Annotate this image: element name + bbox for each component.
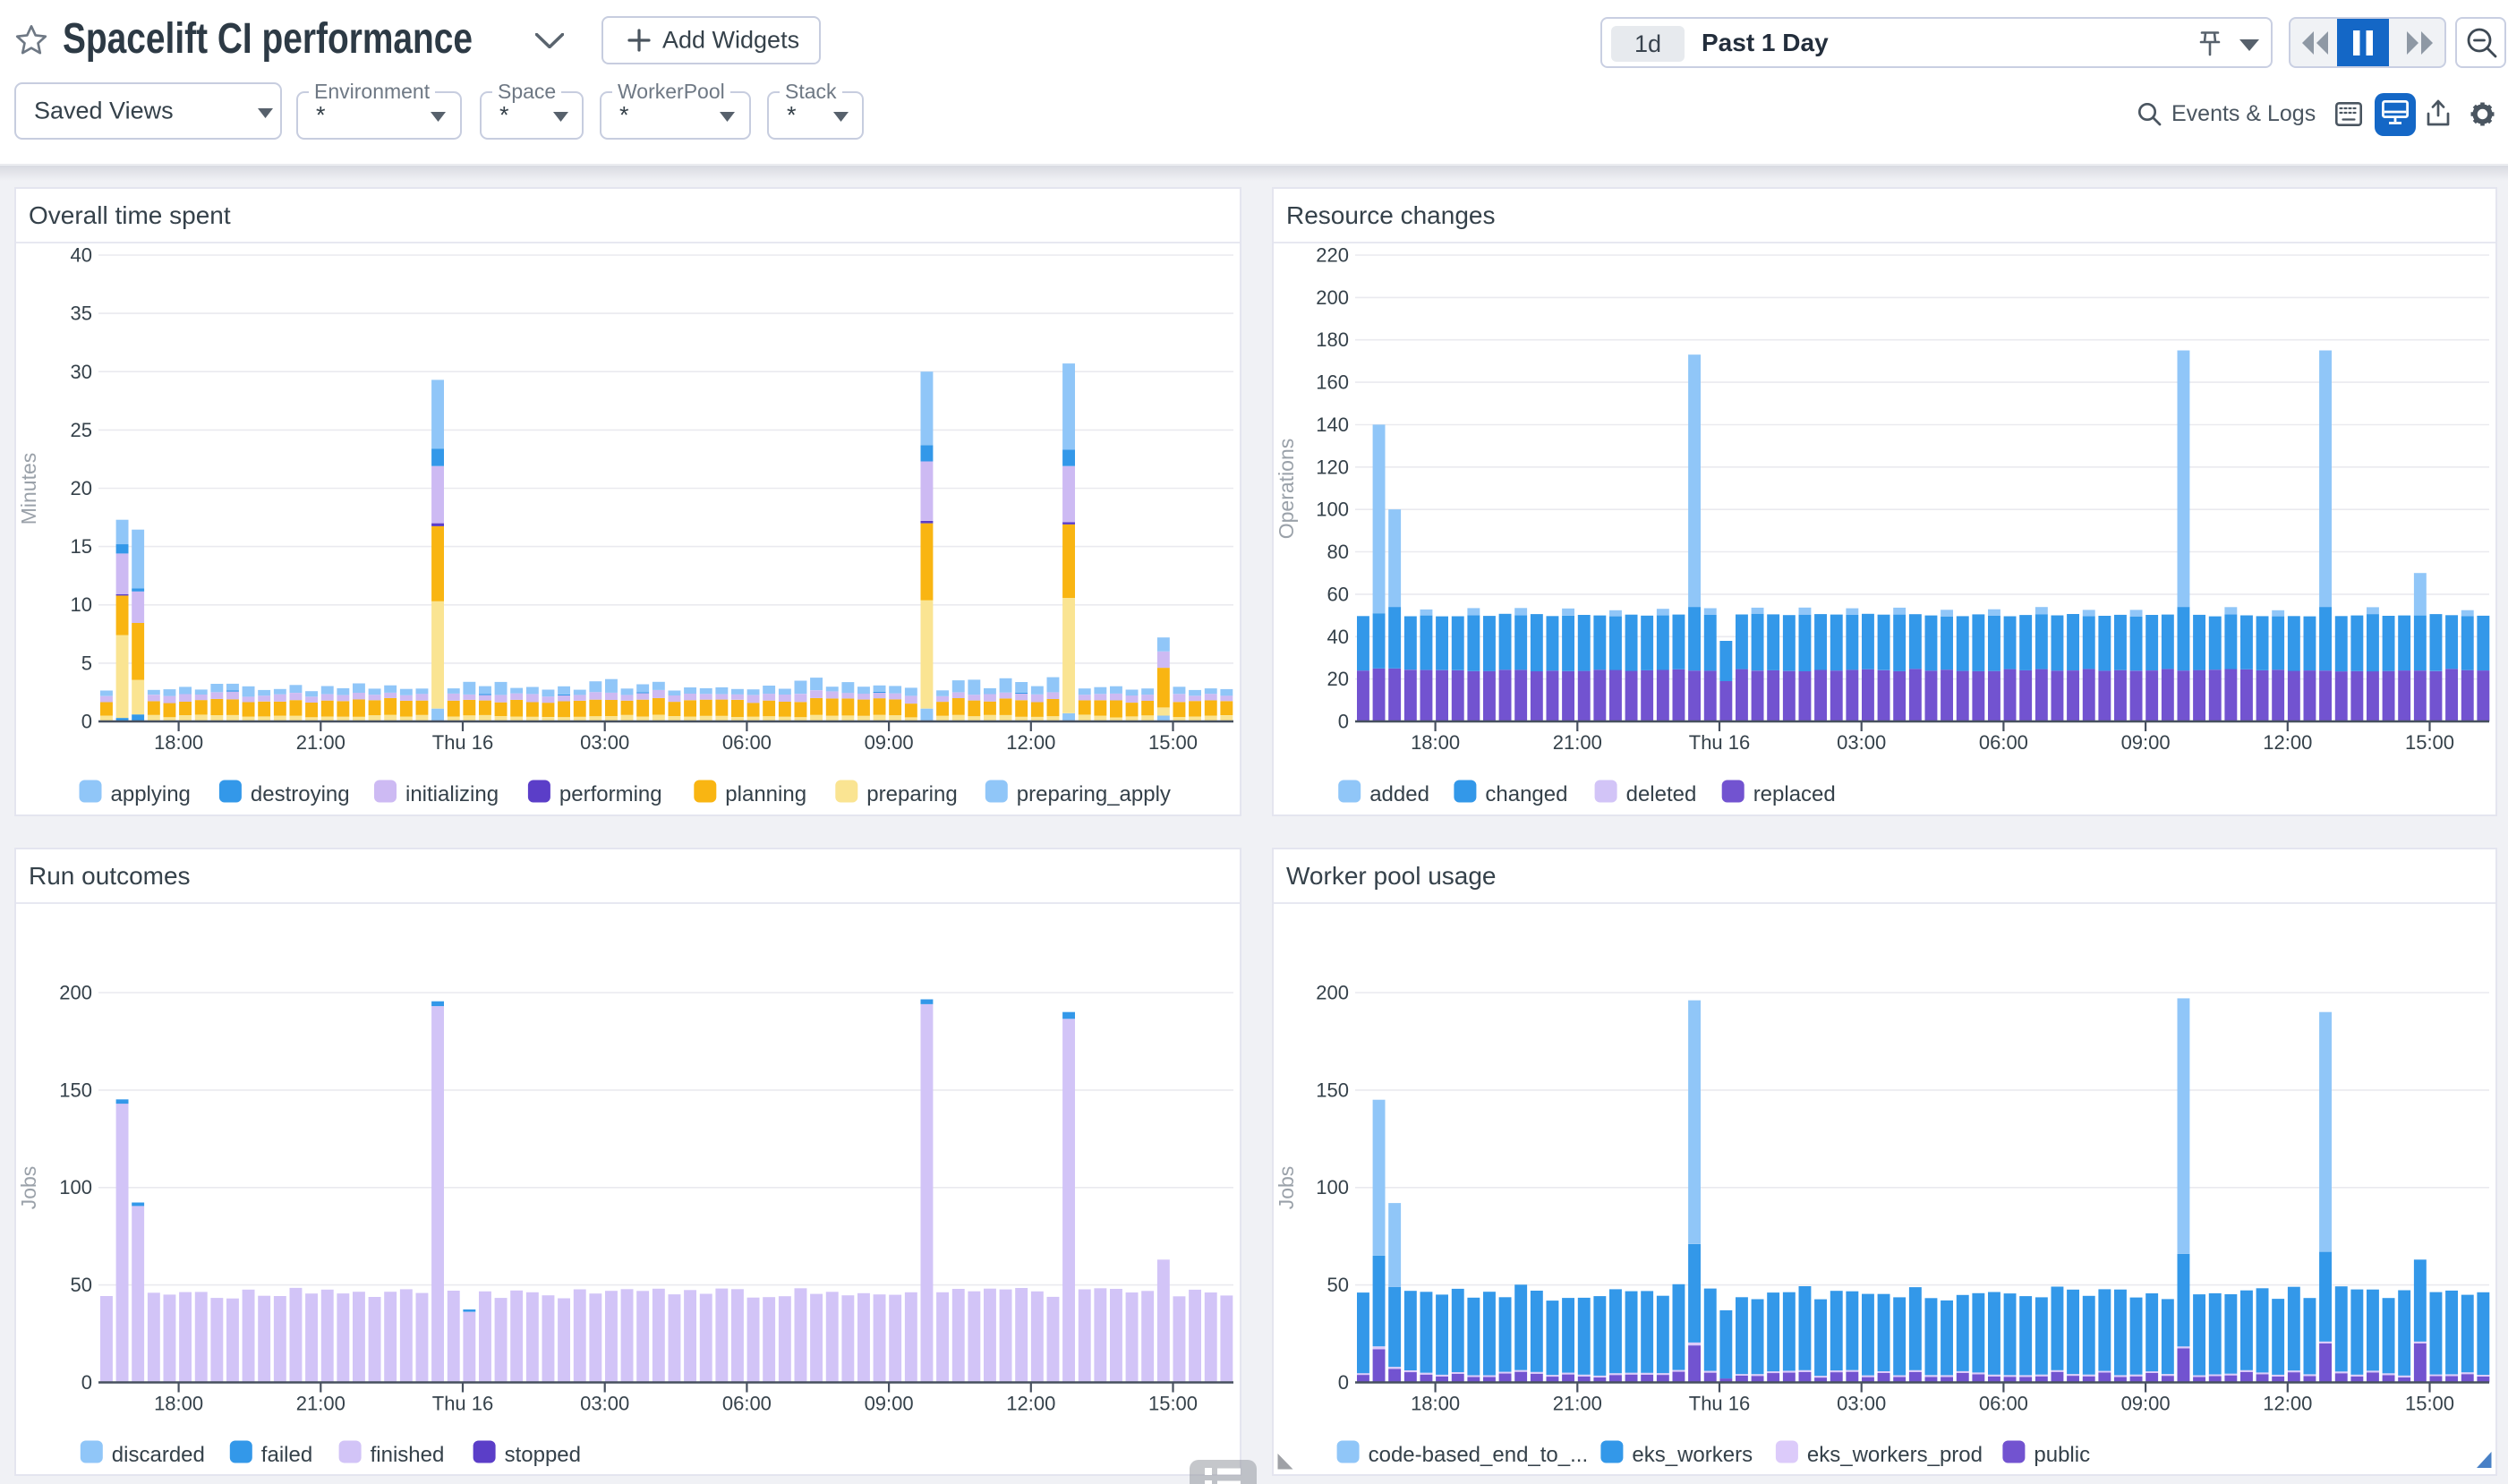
svg-text:preparing: preparing <box>866 782 957 806</box>
svg-text:eks_workers_prod: eks_workers_prod <box>1807 1443 1983 1467</box>
svg-text:destroying: destroying <box>251 782 350 806</box>
svg-text:deleted: deleted <box>1626 782 1697 806</box>
svg-text:applying: applying <box>111 782 191 806</box>
svg-text:09:00: 09:00 <box>865 731 914 754</box>
svg-text:discarded: discarded <box>112 1443 205 1467</box>
svg-text:15:00: 15:00 <box>2405 1393 2454 1415</box>
svg-text:100: 100 <box>59 1176 92 1198</box>
svg-text:replaced: replaced <box>1753 782 1836 806</box>
svg-text:21:00: 21:00 <box>296 1393 345 1415</box>
svg-text:initializing: initializing <box>405 782 499 806</box>
svg-text:0: 0 <box>81 711 92 733</box>
svg-text:30: 30 <box>71 361 92 383</box>
svg-text:0: 0 <box>1338 711 1349 733</box>
svg-text:200: 200 <box>1316 286 1349 309</box>
svg-text:21:00: 21:00 <box>1553 1393 1602 1415</box>
svg-text:21:00: 21:00 <box>1553 731 1602 754</box>
svg-text:finished: finished <box>371 1443 445 1467</box>
svg-text:80: 80 <box>1327 541 1349 563</box>
svg-text:06:00: 06:00 <box>1979 731 2028 754</box>
svg-text:50: 50 <box>71 1274 92 1296</box>
svg-text:21:00: 21:00 <box>296 731 345 754</box>
svg-text:15: 15 <box>71 535 92 558</box>
svg-text:12:00: 12:00 <box>1006 1393 1055 1415</box>
svg-text:220: 220 <box>1316 244 1349 267</box>
svg-text:09:00: 09:00 <box>865 1393 914 1415</box>
svg-text:15:00: 15:00 <box>1148 731 1198 754</box>
svg-text:40: 40 <box>1327 626 1349 648</box>
svg-text:03:00: 03:00 <box>580 731 629 754</box>
svg-text:0: 0 <box>81 1371 92 1394</box>
svg-text:35: 35 <box>71 303 92 325</box>
svg-text:performing: performing <box>559 782 662 806</box>
svg-text:03:00: 03:00 <box>1837 731 1886 754</box>
svg-text:18:00: 18:00 <box>1411 1393 1460 1415</box>
svg-text:eks_workers: eks_workers <box>1632 1443 1753 1467</box>
svg-text:160: 160 <box>1316 371 1349 394</box>
svg-text:150: 150 <box>1316 1079 1349 1101</box>
svg-text:20: 20 <box>71 477 92 499</box>
svg-text:added: added <box>1369 782 1429 806</box>
svg-text:09:00: 09:00 <box>2121 1393 2171 1415</box>
svg-text:03:00: 03:00 <box>580 1393 629 1415</box>
svg-text:100: 100 <box>1316 1176 1349 1198</box>
svg-text:0: 0 <box>1338 1371 1349 1394</box>
svg-text:140: 140 <box>1316 414 1349 436</box>
svg-text:preparing_apply: preparing_apply <box>1017 782 1171 806</box>
svg-text:Jobs: Jobs <box>17 1166 40 1210</box>
svg-text:100: 100 <box>1316 499 1349 521</box>
svg-text:Thu 16: Thu 16 <box>1689 1393 1751 1415</box>
svg-text:Thu 16: Thu 16 <box>432 731 494 754</box>
svg-text:120: 120 <box>1316 456 1349 478</box>
svg-text:18:00: 18:00 <box>154 1393 203 1415</box>
svg-text:public: public <box>2034 1443 2090 1467</box>
svg-text:180: 180 <box>1316 328 1349 351</box>
svg-text:5: 5 <box>81 652 92 674</box>
svg-text:09:00: 09:00 <box>2121 731 2171 754</box>
svg-text:15:00: 15:00 <box>2405 731 2454 754</box>
svg-text:60: 60 <box>1327 583 1349 605</box>
svg-text:changed: changed <box>1485 782 1567 806</box>
svg-text:06:00: 06:00 <box>1979 1393 2028 1415</box>
svg-text:Operations: Operations <box>1275 439 1298 540</box>
svg-text:150: 150 <box>59 1079 92 1101</box>
svg-text:25: 25 <box>71 419 92 441</box>
svg-text:18:00: 18:00 <box>154 731 203 754</box>
svg-text:12:00: 12:00 <box>2263 731 2312 754</box>
svg-text:12:00: 12:00 <box>1006 731 1055 754</box>
svg-text:Thu 16: Thu 16 <box>432 1393 494 1415</box>
svg-text:failed: failed <box>261 1443 312 1467</box>
svg-text:50: 50 <box>1327 1274 1349 1296</box>
svg-text:stopped: stopped <box>505 1443 581 1467</box>
svg-text:03:00: 03:00 <box>1837 1393 1886 1415</box>
svg-text:40: 40 <box>71 244 92 267</box>
svg-text:06:00: 06:00 <box>722 1393 772 1415</box>
svg-text:20: 20 <box>1327 668 1349 690</box>
svg-text:Minutes: Minutes <box>17 453 40 525</box>
svg-text:200: 200 <box>59 982 92 1004</box>
svg-text:15:00: 15:00 <box>1148 1393 1198 1415</box>
svg-text:06:00: 06:00 <box>722 731 772 754</box>
svg-text:Thu 16: Thu 16 <box>1689 731 1751 754</box>
svg-text:10: 10 <box>71 593 92 616</box>
svg-text:code-based_end_to_...: code-based_end_to_... <box>1369 1443 1589 1467</box>
svg-text:200: 200 <box>1316 982 1349 1004</box>
svg-text:Jobs: Jobs <box>1275 1166 1298 1210</box>
svg-text:planning: planning <box>725 782 806 806</box>
svg-text:12:00: 12:00 <box>2263 1393 2312 1415</box>
svg-text:18:00: 18:00 <box>1411 731 1460 754</box>
